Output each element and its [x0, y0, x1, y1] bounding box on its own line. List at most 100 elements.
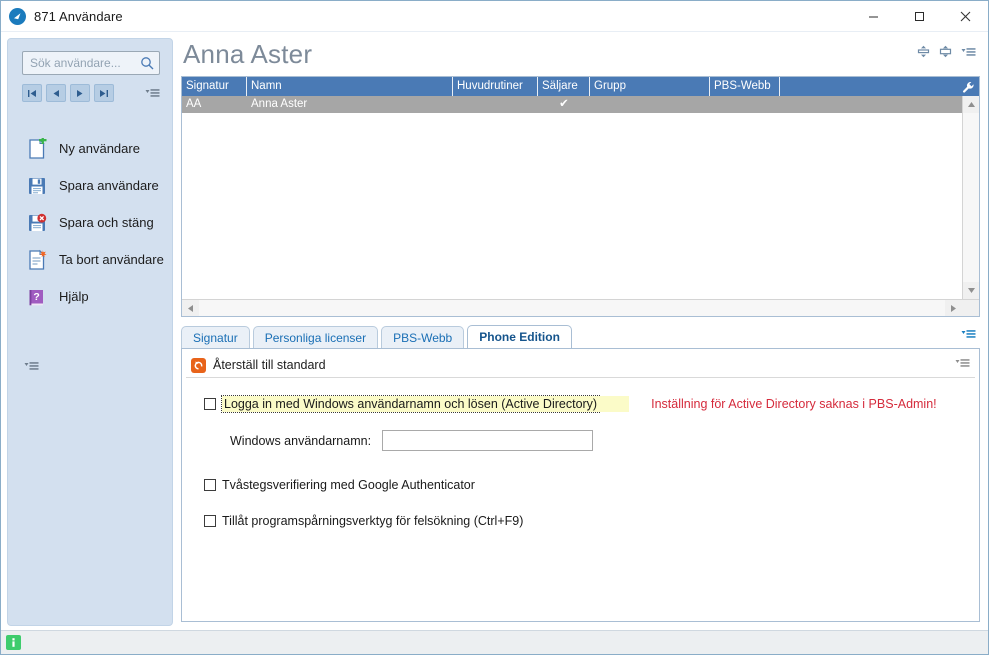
column-header-huvudrutiner[interactable]: Huvudrutiner [453, 77, 538, 96]
list-menu-icon[interactable] [961, 45, 976, 63]
sidebar-actions: Ny användare Spara användare Spara och s… [8, 130, 172, 315]
scroll-up-icon[interactable] [963, 96, 979, 113]
sidebar-item-label: Spara och stäng [59, 215, 154, 230]
google-authenticator-row: Tvåstegsverifiering med Google Authentic… [204, 477, 979, 493]
sidebar-item-save-user[interactable]: Spara användare [8, 167, 172, 204]
scroll-down-icon[interactable] [963, 282, 979, 299]
table-row[interactable]: AA Anna Aster ✔ [182, 96, 962, 113]
search-icon[interactable] [139, 56, 155, 70]
list-menu-icon[interactable] [955, 356, 970, 374]
maximize-button[interactable] [896, 1, 942, 32]
column-header-namn[interactable]: Namn [247, 77, 453, 96]
tab-pbs-webb[interactable]: PBS-Webb [381, 326, 465, 348]
save-icon [25, 174, 49, 198]
grid-horizontal-scrollbar[interactable] [182, 299, 979, 316]
sidebar-item-label: Spara användare [59, 178, 159, 193]
reset-to-default-label: Återställ till standard [213, 358, 326, 372]
focus-highlight-pad [599, 396, 630, 412]
info-icon[interactable] [6, 635, 21, 650]
scroll-right-icon[interactable] [945, 300, 962, 317]
tab-phone-edition[interactable]: Phone Edition [467, 325, 572, 348]
scroll-left-icon[interactable] [182, 300, 199, 317]
vertical-scroll-track[interactable] [963, 113, 979, 282]
sidebar-item-new-user[interactable]: Ny användare [8, 130, 172, 167]
sidebar-item-save-and-close[interactable]: Spara och stäng [8, 204, 172, 241]
google-authenticator-checkbox[interactable] [204, 479, 216, 491]
title-bar: 871 Användare [1, 1, 988, 32]
column-header-signatur[interactable]: Signatur [182, 77, 247, 96]
tracing-tool-checkbox[interactable] [204, 515, 216, 527]
users-grid: Signatur Namn Huvudrutiner Säljare Grupp… [181, 76, 980, 317]
cell-signatur: AA [186, 98, 202, 110]
windows-username-row: Windows användarnamn: [230, 430, 979, 451]
tab-strip: Signatur Personliga licenser PBS-Webb Ph… [181, 325, 980, 348]
collapse-up-icon[interactable] [917, 45, 930, 63]
window-title: 871 Användare [34, 8, 123, 24]
windows-username-input[interactable] [382, 430, 593, 451]
grid-empty-area [182, 113, 962, 299]
active-directory-label[interactable]: Logga in med Windows användarnamn och lö… [220, 395, 601, 413]
delete-user-icon [25, 248, 49, 272]
grid-settings-button[interactable] [780, 77, 979, 96]
google-authenticator-label[interactable]: Tvåstegsverifiering med Google Authentic… [222, 477, 475, 493]
tab-signatur[interactable]: Signatur [181, 326, 250, 348]
window-controls [850, 1, 988, 32]
page-header: Anna Aster [179, 32, 980, 76]
active-directory-checkbox[interactable] [204, 398, 216, 410]
tracing-tool-row: Tillåt programspårningsverktyg för felsö… [204, 513, 979, 529]
sidebar: Ny användare [1, 32, 179, 630]
column-header-pbs-webb[interactable]: PBS-Webb [710, 77, 780, 96]
sidebar-item-delete-user[interactable]: Ta bort användare [8, 241, 172, 278]
sidebar-item-help[interactable]: ? Hjälp [8, 278, 172, 315]
list-menu-icon[interactable] [961, 327, 980, 348]
grid-vertical-scrollbar[interactable] [962, 96, 979, 299]
svg-text:?: ? [33, 291, 39, 303]
app-circle-icon [9, 7, 26, 25]
cell-namn: Anna Aster [251, 98, 308, 110]
phone-edition-panel: Återställ till standard Logga in med Win… [181, 348, 980, 622]
status-bar [1, 630, 988, 654]
active-directory-warning: Inställning för Active Directory saknas … [651, 397, 937, 411]
close-button[interactable] [942, 1, 988, 32]
expand-down-icon[interactable] [939, 45, 952, 63]
reset-to-default-row[interactable]: Återställ till standard [186, 353, 975, 378]
dropdown-menu-icon[interactable] [24, 359, 39, 377]
search-box[interactable] [22, 51, 160, 75]
sidebar-item-label: Ta bort användare [59, 252, 164, 267]
horizontal-scroll-track[interactable] [199, 299, 945, 316]
active-directory-setting-row: Logga in med Windows användarnamn och lö… [204, 395, 979, 413]
column-header-saljare[interactable]: Säljare [538, 77, 590, 96]
sidebar-item-label: Hjälp [59, 289, 89, 304]
new-user-icon [25, 137, 49, 161]
form-spacer [204, 493, 979, 513]
list-menu-icon[interactable] [145, 88, 160, 99]
page-title: Anna Aster [183, 39, 313, 69]
form-spacer [204, 451, 979, 477]
tab-personliga-licenser[interactable]: Personliga licenser [252, 326, 379, 348]
record-navigation [22, 84, 160, 102]
next-record-button[interactable] [70, 84, 90, 102]
windows-username-label: Windows användarnamn: [230, 433, 372, 448]
settings-form: Logga in med Windows användarnamn och lö… [182, 378, 979, 529]
help-book-icon: ? [25, 285, 49, 309]
search-area [22, 51, 160, 75]
tracing-tool-label[interactable]: Tillåt programspårningsverktyg för felsö… [222, 513, 523, 529]
cell-saljare: ✔ [559, 98, 569, 110]
application-window: 871 Användare Sök användare... Ny använd… [0, 0, 989, 655]
grid-rows: AA Anna Aster ✔ [182, 96, 962, 299]
minimize-button[interactable] [850, 1, 896, 32]
column-header-grupp[interactable]: Grupp [590, 77, 710, 96]
grid-body: AA Anna Aster ✔ [182, 96, 979, 299]
last-record-button[interactable] [94, 84, 114, 102]
sidebar-panel: Ny användare [7, 38, 173, 626]
main-content: Anna Aster Signatur Namn Huvudrutiner Sä… [179, 32, 988, 630]
previous-record-button[interactable] [46, 84, 66, 102]
grid-header-row: Signatur Namn Huvudrutiner Säljare Grupp… [182, 77, 979, 96]
header-icons [917, 45, 980, 63]
save-and-close-icon [25, 211, 49, 235]
search-input[interactable] [30, 56, 139, 70]
wrench-icon [962, 82, 974, 93]
first-record-button[interactable] [22, 84, 42, 102]
window-body: Ny användare [1, 32, 988, 630]
sidebar-item-label: Ny användare [59, 141, 140, 156]
